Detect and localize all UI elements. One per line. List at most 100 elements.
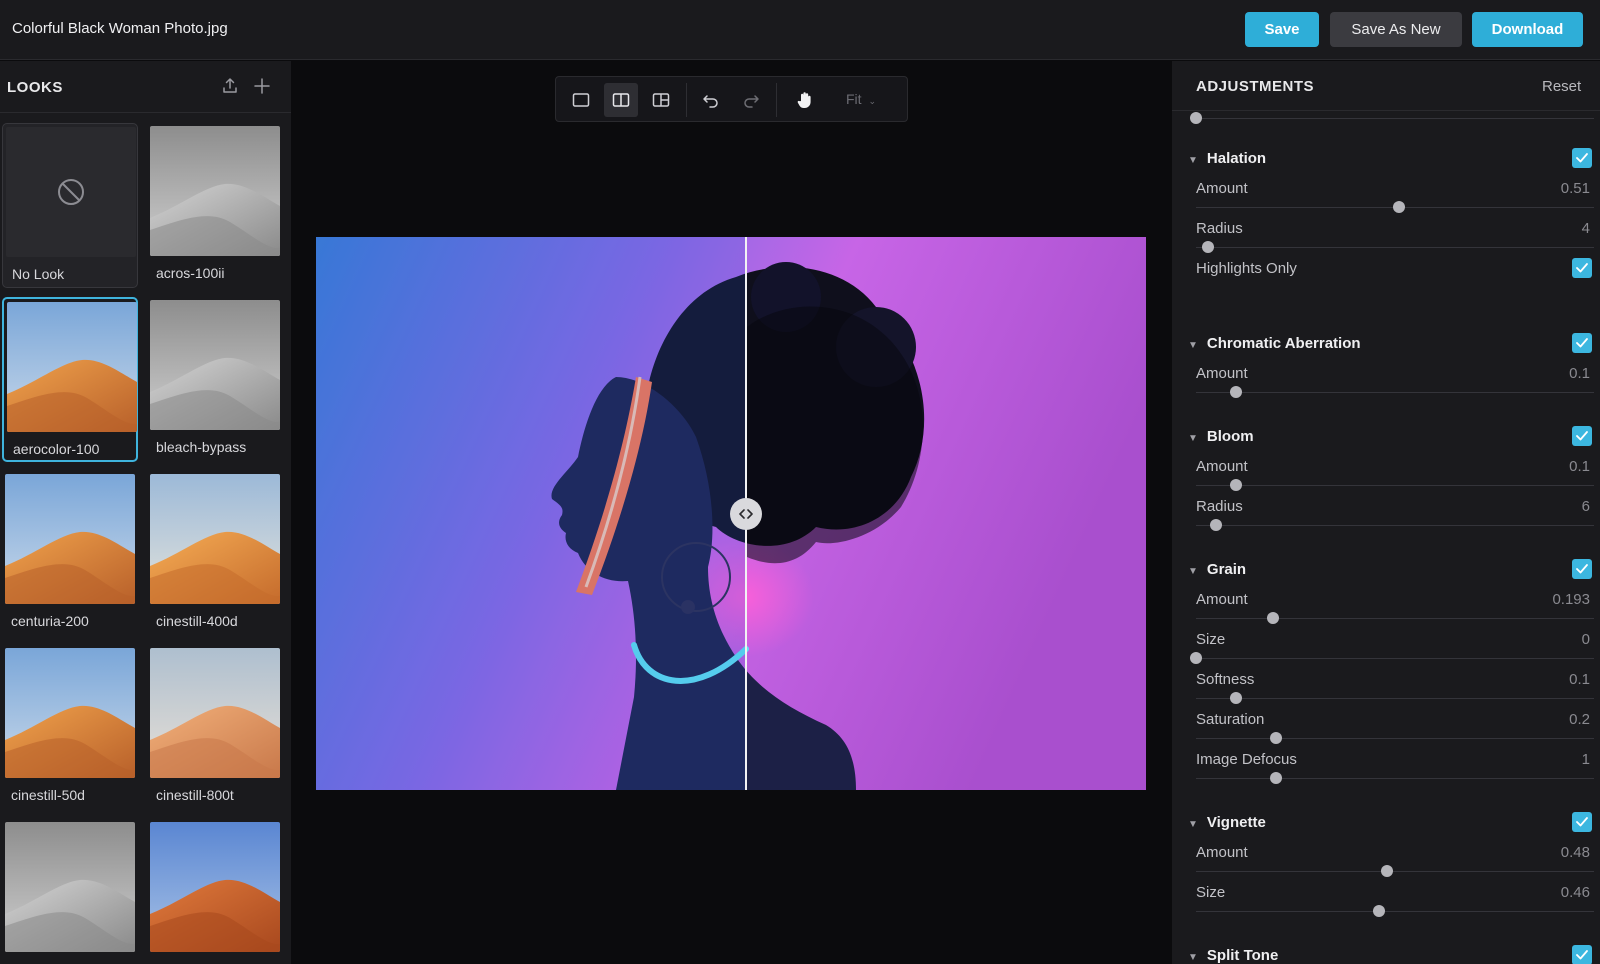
check-icon xyxy=(1576,431,1588,441)
reset-button[interactable]: Reset xyxy=(1542,78,1581,95)
adjustment-label: Size xyxy=(1196,884,1226,901)
enable-checkbox[interactable] xyxy=(1572,812,1592,832)
slider-track[interactable] xyxy=(1190,112,1594,124)
caret-down-icon: ▼ xyxy=(1188,433,1198,444)
download-button[interactable]: Download xyxy=(1472,12,1583,47)
slider-track[interactable] xyxy=(1196,692,1594,704)
enable-checkbox[interactable] xyxy=(1572,258,1592,278)
split-view-icon[interactable] xyxy=(604,83,638,117)
single-view-icon[interactable] xyxy=(564,83,598,117)
enable-checkbox[interactable] xyxy=(1572,148,1592,168)
slider-track[interactable] xyxy=(1196,241,1594,253)
look-preview xyxy=(5,648,135,778)
look-card[interactable] xyxy=(147,819,283,964)
check-icon xyxy=(1576,153,1588,163)
look-thumbnail xyxy=(150,822,280,952)
slider-track[interactable] xyxy=(1196,732,1594,744)
adjustment-label: Amount xyxy=(1196,180,1248,197)
slider-knob[interactable] xyxy=(1190,652,1202,664)
slider-knob[interactable] xyxy=(1373,905,1386,917)
slider-track[interactable] xyxy=(1190,652,1594,664)
look-card[interactable]: cinestill-50d xyxy=(2,645,138,810)
save-as-new-button[interactable]: Save As New xyxy=(1330,12,1462,47)
slider-knob[interactable] xyxy=(1209,519,1222,531)
look-card[interactable]: bleach-bypass xyxy=(147,297,283,462)
look-card[interactable] xyxy=(2,819,138,964)
adjustment-value: 0.193 xyxy=(1552,591,1590,608)
slider-track[interactable] xyxy=(1196,519,1594,531)
section-title[interactable]: ▼ Vignette xyxy=(1188,814,1266,831)
look-preview xyxy=(150,822,280,952)
look-thumbnail xyxy=(150,300,280,430)
enable-checkbox[interactable] xyxy=(1572,945,1592,964)
look-preview xyxy=(150,474,280,604)
slider-track[interactable] xyxy=(1196,612,1594,624)
look-card[interactable]: cinestill-400d xyxy=(147,471,283,636)
file-title: Colorful Black Woman Photo.jpg xyxy=(12,20,228,37)
look-label: acros-100ii xyxy=(156,265,225,281)
look-preview xyxy=(5,474,135,604)
slider-knob[interactable] xyxy=(1266,612,1279,624)
adjustment-value: 0.48 xyxy=(1560,844,1590,861)
slider-knob[interactable] xyxy=(1269,732,1282,744)
adjustment-label: Amount xyxy=(1196,591,1248,608)
caret-down-icon: ▼ xyxy=(1188,819,1198,830)
slider-knob[interactable] xyxy=(1229,479,1242,491)
enable-checkbox[interactable] xyxy=(1572,333,1592,353)
zoom-select[interactable]: Fit ⌄ xyxy=(846,91,876,107)
look-thumbnail xyxy=(7,302,137,432)
adjustment-value: 0.2 xyxy=(1569,711,1590,728)
slider-knob[interactable] xyxy=(1392,201,1405,213)
adjustment-label: Amount xyxy=(1196,365,1248,382)
hand-pan-icon[interactable] xyxy=(788,83,822,117)
enable-checkbox[interactable] xyxy=(1572,559,1592,579)
adjustment-value: 0.1 xyxy=(1569,671,1590,688)
adjustment-value: 0.46 xyxy=(1560,884,1590,901)
slider-track[interactable] xyxy=(1196,479,1594,491)
look-label: cinestill-800t xyxy=(156,787,234,803)
slider-track[interactable] xyxy=(1196,386,1594,398)
slider-track[interactable] xyxy=(1196,905,1594,917)
looks-header: LOOKS xyxy=(0,61,291,113)
slider-track[interactable] xyxy=(1196,865,1594,877)
adjustment-label: Size xyxy=(1196,631,1226,648)
section-title[interactable]: ▼ Grain xyxy=(1188,561,1246,578)
slider-knob[interactable] xyxy=(1381,865,1394,877)
adjustment-value: 0.1 xyxy=(1569,458,1590,475)
section-name: Halation xyxy=(1206,150,1267,167)
section-title[interactable]: ▼ Bloom xyxy=(1188,428,1254,445)
slider-knob[interactable] xyxy=(1269,772,1282,784)
photo-canvas[interactable] xyxy=(316,237,1146,790)
look-card[interactable]: No Look xyxy=(2,123,138,288)
slider-knob[interactable] xyxy=(1201,241,1214,253)
look-preview xyxy=(150,648,280,778)
save-button[interactable]: Save xyxy=(1245,12,1319,47)
slider-track[interactable] xyxy=(1196,772,1594,784)
side-by-side-view-icon[interactable] xyxy=(644,83,678,117)
enable-checkbox[interactable] xyxy=(1572,426,1592,446)
section-title[interactable]: ▼ Split Tone xyxy=(1188,947,1278,964)
add-look-icon[interactable] xyxy=(252,76,272,96)
undo-icon[interactable] xyxy=(694,83,728,117)
redo-icon[interactable] xyxy=(734,83,768,117)
section-title[interactable]: ▼ Chromatic Aberration xyxy=(1188,335,1361,352)
adjustment-label: Radius xyxy=(1196,220,1243,237)
look-card[interactable]: aerocolor-100 xyxy=(2,297,138,462)
looks-panel: LOOKS No Look acros-100ii aerocolor-100 ble… xyxy=(0,61,291,964)
export-icon[interactable] xyxy=(220,76,240,96)
look-card[interactable]: cinestill-800t xyxy=(147,645,283,810)
look-card[interactable]: acros-100ii xyxy=(147,123,283,288)
caret-down-icon: ▼ xyxy=(1188,340,1198,351)
slider-knob[interactable] xyxy=(1229,386,1242,398)
slider-knob[interactable] xyxy=(1190,112,1202,124)
caret-down-icon: ▼ xyxy=(1188,566,1198,577)
section-title[interactable]: ▼ Halation xyxy=(1188,150,1266,167)
check-icon xyxy=(1576,817,1588,827)
look-thumbnail xyxy=(5,648,135,778)
slider-knob[interactable] xyxy=(1229,692,1242,704)
split-handle[interactable] xyxy=(730,498,762,530)
adjustment-value: 0 xyxy=(1581,631,1590,648)
look-card[interactable]: centuria-200 xyxy=(2,471,138,636)
look-thumbnail xyxy=(150,648,280,778)
slider-track[interactable] xyxy=(1196,201,1594,213)
